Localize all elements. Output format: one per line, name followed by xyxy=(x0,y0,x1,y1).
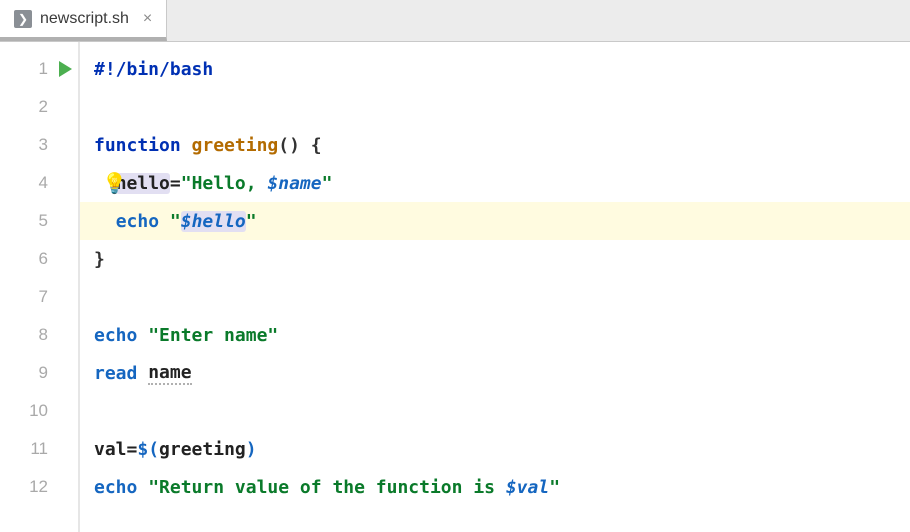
brace-close: } xyxy=(94,249,105,270)
line-number: 3 xyxy=(39,135,48,155)
shebang: #!/bin/bash xyxy=(94,59,213,80)
gutter-line[interactable]: 9 xyxy=(0,354,78,392)
gutter-line[interactable]: 4 xyxy=(0,164,78,202)
gutter-line[interactable]: 7 xyxy=(0,278,78,316)
string-close: " xyxy=(246,211,257,232)
code-line[interactable]: echo "Enter name" xyxy=(80,316,910,354)
run-icon[interactable] xyxy=(59,61,72,77)
cmd-subst-close: ) xyxy=(246,439,257,460)
line-number: 5 xyxy=(39,211,48,231)
string-body: Return value of the function is xyxy=(159,477,506,498)
string-var: $val xyxy=(506,477,549,498)
line-number: 4 xyxy=(39,173,48,193)
string-open: " xyxy=(170,211,181,232)
call-name: greeting xyxy=(159,439,246,460)
tab-filename: newscript.sh xyxy=(40,10,129,28)
line-number: 8 xyxy=(39,325,48,345)
line-number: 10 xyxy=(29,401,48,421)
equals: = xyxy=(127,439,138,460)
filetype-glyph: ❯ xyxy=(18,12,28,26)
cmd-subst-open: $( xyxy=(137,439,159,460)
line-number: 11 xyxy=(30,439,48,459)
code-line[interactable]: echo "Return value of the function is $v… xyxy=(80,468,910,506)
code-line[interactable]: } xyxy=(80,240,910,278)
shell-filetype-icon: ❯ xyxy=(14,10,32,28)
builtin-echo: echo xyxy=(94,477,137,498)
line-number: 12 xyxy=(29,477,48,497)
keyword-function: function xyxy=(94,135,181,156)
builtin-echo: echo xyxy=(116,211,159,232)
string-literal: "Enter name" xyxy=(148,325,278,346)
code-line[interactable] xyxy=(80,392,910,430)
string-var-highlighted: $hello xyxy=(181,211,246,232)
close-icon[interactable]: × xyxy=(143,11,152,27)
arg-name: name xyxy=(148,362,191,385)
equals: = xyxy=(170,173,181,194)
gutter-line[interactable]: 8 xyxy=(0,316,78,354)
gutter-line[interactable]: 5 xyxy=(0,202,78,240)
gutter-line[interactable]: 11 xyxy=(0,430,78,468)
brace-open: { xyxy=(300,135,322,156)
var-name: val xyxy=(94,439,127,460)
gutter-line[interactable]: 1 xyxy=(0,50,78,88)
string-open: " xyxy=(148,477,159,498)
function-name: greeting xyxy=(192,135,279,156)
line-number: 7 xyxy=(39,287,48,307)
string-close: " xyxy=(549,477,560,498)
parens: () xyxy=(278,135,300,156)
gutter-line[interactable]: 3 xyxy=(0,126,78,164)
builtin-read: read xyxy=(94,363,137,384)
string-open: " xyxy=(181,173,192,194)
code-line[interactable] xyxy=(80,278,910,316)
editor: 1 2 3 4 5 6 7 8 9 10 11 12 #!/bin/bash f… xyxy=(0,42,910,532)
gutter-line[interactable]: 12 xyxy=(0,468,78,506)
code-line[interactable]: 💡 hello="Hello, $name" xyxy=(80,164,910,202)
string-var: $name xyxy=(267,173,321,194)
gutter: 1 2 3 4 5 6 7 8 9 10 11 12 xyxy=(0,42,80,532)
gutter-line[interactable]: 10 xyxy=(0,392,78,430)
code-line[interactable]: #!/bin/bash xyxy=(80,50,910,88)
gutter-line[interactable]: 6 xyxy=(0,240,78,278)
intention-bulb-icon[interactable]: 💡 xyxy=(102,171,127,195)
code-area[interactable]: #!/bin/bash function greeting() { 💡 hell… xyxy=(80,42,910,532)
line-number: 6 xyxy=(39,249,48,269)
code-line[interactable]: read name xyxy=(80,354,910,392)
code-line-current[interactable]: echo "$hello" xyxy=(80,202,910,240)
gutter-line[interactable]: 2 xyxy=(0,88,78,126)
line-number: 1 xyxy=(39,59,48,79)
tab-bar: ❯ newscript.sh × xyxy=(0,0,910,42)
code-line[interactable]: val=$(greeting) xyxy=(80,430,910,468)
string-close: " xyxy=(322,173,333,194)
code-line[interactable]: function greeting() { xyxy=(80,126,910,164)
code-line[interactable] xyxy=(80,88,910,126)
builtin-echo: echo xyxy=(94,325,137,346)
file-tab[interactable]: ❯ newscript.sh × xyxy=(0,0,167,41)
line-number: 9 xyxy=(39,363,48,383)
string-body: Hello, xyxy=(192,173,268,194)
line-number: 2 xyxy=(39,97,48,117)
